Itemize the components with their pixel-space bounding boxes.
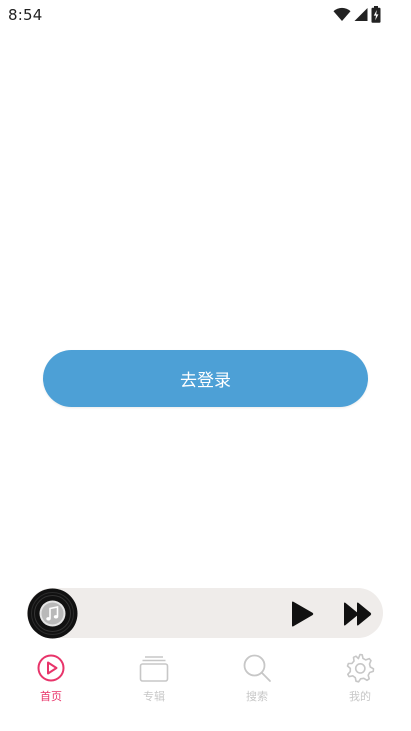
play-circle-icon <box>37 654 65 682</box>
search-icon <box>243 654 271 682</box>
mini-player-bar[interactable] <box>27 588 383 638</box>
tab-label-search: 搜索 <box>246 690 268 703</box>
tab-mine[interactable]: 我的 <box>325 648 395 706</box>
status-icons <box>333 5 381 23</box>
vinyl-record-icon[interactable] <box>27 588 78 639</box>
tab-search[interactable]: 搜索 <box>222 648 292 706</box>
cellular-signal-icon <box>354 7 368 21</box>
wifi-icon <box>333 7 351 21</box>
album-stack-icon <box>139 656 169 682</box>
tab-album[interactable]: 专辑 <box>119 648 189 706</box>
tab-label-mine: 我的 <box>349 690 371 703</box>
battery-icon <box>371 5 381 23</box>
status-bar: 8:54 <box>0 0 411 30</box>
fast-forward-icon[interactable] <box>343 602 373 626</box>
bottom-tab-bar: 首页 专辑 搜索 我的 <box>0 648 411 708</box>
tab-label-home: 首页 <box>40 690 62 703</box>
login-button[interactable]: 去登录 <box>43 350 368 407</box>
play-icon[interactable] <box>289 601 315 627</box>
tab-home[interactable]: 首页 <box>16 648 86 706</box>
status-time: 8:54 <box>8 6 43 24</box>
gear-icon <box>346 653 375 683</box>
tab-label-album: 专辑 <box>143 690 165 703</box>
